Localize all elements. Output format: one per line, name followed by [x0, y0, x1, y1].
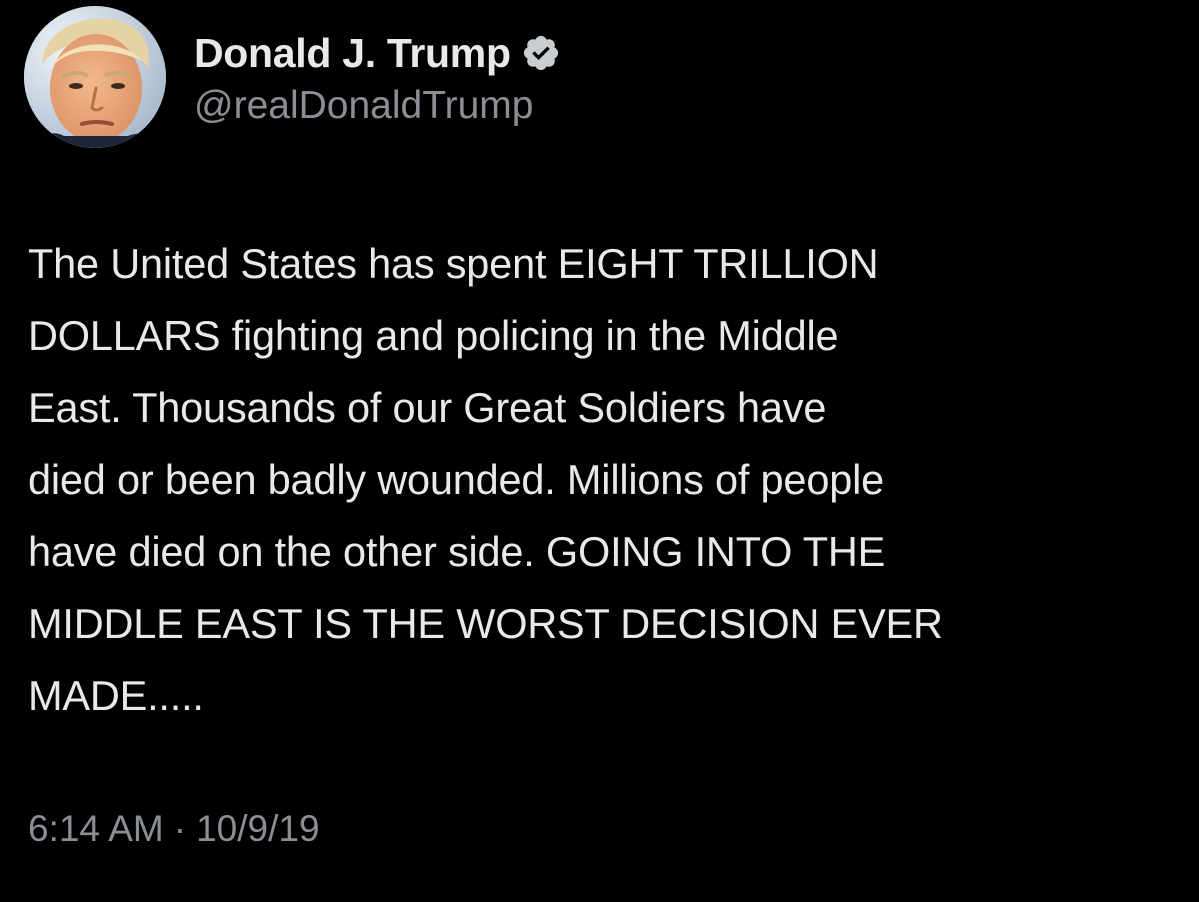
avatar-portrait-icon — [24, 6, 166, 148]
author-display-name[interactable]: Donald J. Trump — [194, 30, 511, 77]
name-row: Donald J. Trump — [194, 26, 561, 80]
avatar[interactable] — [24, 6, 166, 148]
author-handle[interactable]: @realDonaldTrump — [194, 84, 561, 128]
tweet-header: Donald J. Trump @realDonaldTrump — [24, 6, 561, 148]
tweet: Donald J. Trump @realDonaldTrump The Uni… — [0, 0, 1199, 902]
timestamp-separator: · — [173, 808, 187, 849]
verified-badge-icon — [521, 33, 561, 73]
tweet-date: 10/9/19 — [196, 808, 320, 849]
tweet-text: The United States has spent EIGHT TRILLI… — [28, 240, 943, 719]
tweet-time: 6:14 AM — [28, 808, 164, 849]
tweet-timestamp[interactable]: 6:14 AM · 10/9/19 — [28, 808, 320, 850]
author-identity: Donald J. Trump @realDonaldTrump — [194, 26, 561, 128]
